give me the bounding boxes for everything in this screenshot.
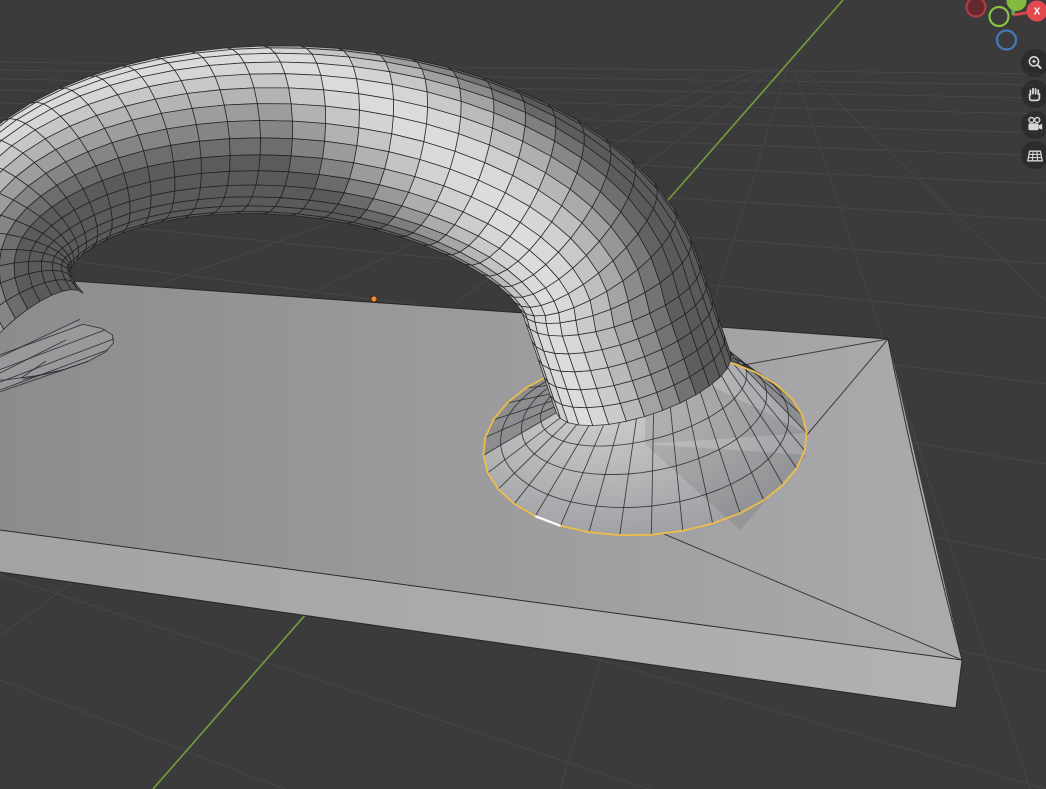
camera-icon xyxy=(1026,116,1044,134)
toggle-projection-button[interactable] xyxy=(1021,141,1046,169)
gizmo-x-label: X xyxy=(1034,7,1041,18)
viewport-scene xyxy=(0,0,1046,789)
gizmo-z-negative-ball[interactable] xyxy=(997,31,1016,50)
hand-icon xyxy=(1026,85,1044,103)
blender-3d-viewport[interactable]: X xyxy=(0,0,1046,789)
zoom-button[interactable] xyxy=(1021,49,1046,77)
move-view-button[interactable] xyxy=(1021,80,1046,108)
navigation-gizmo[interactable]: X xyxy=(960,0,1046,56)
grid-icon xyxy=(1026,146,1044,164)
magnifier-plus-icon xyxy=(1026,54,1044,72)
gizmo-y-negative-ball[interactable] xyxy=(990,7,1009,26)
object-origin-dot[interactable] xyxy=(371,296,377,302)
gizmo-x-negative-ball[interactable] xyxy=(967,0,986,17)
camera-view-button[interactable] xyxy=(1021,111,1046,139)
gizmo-y-positive-ball[interactable] xyxy=(1007,0,1027,11)
